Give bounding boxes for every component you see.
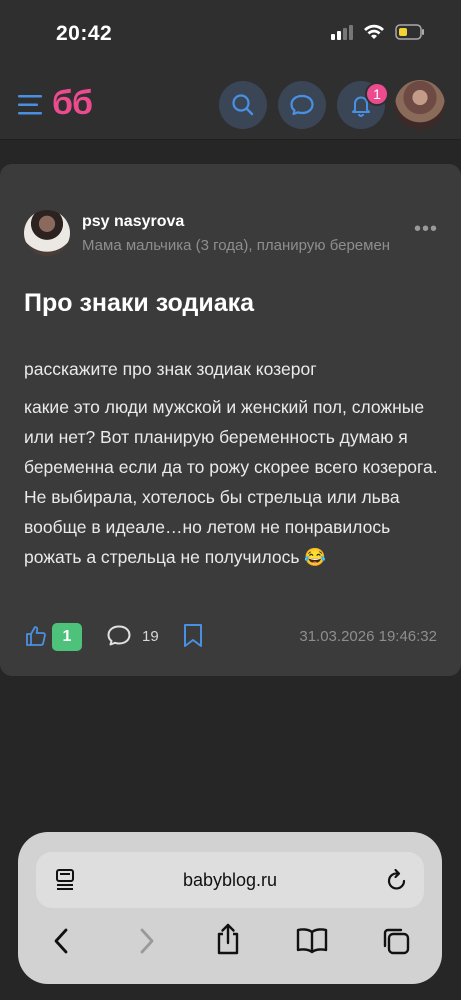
- more-options-icon[interactable]: •••: [414, 219, 438, 239]
- chat-bubble-icon: [290, 94, 314, 116]
- thumbs-up-icon[interactable]: [24, 624, 48, 648]
- post-date: 31.03.2026 19:46:32: [299, 628, 437, 645]
- search-button[interactable]: [219, 81, 267, 129]
- forward-icon[interactable]: [134, 926, 158, 956]
- address-bar[interactable]: babyblog.ru: [36, 852, 424, 908]
- share-icon[interactable]: [214, 922, 242, 956]
- post-card: psy nasyrova Мама мальчика (3 года), пла…: [0, 164, 461, 676]
- tabs-icon[interactable]: [381, 926, 411, 956]
- author-name[interactable]: psy nasyrova: [82, 213, 184, 231]
- battery-icon: [395, 24, 424, 40]
- menu-icon[interactable]: [18, 93, 44, 117]
- bookmark-icon[interactable]: [182, 623, 204, 649]
- post-paragraph: какие это люди мужской и женский пол, сл…: [24, 397, 438, 567]
- post-title: Про знаки зодиака: [24, 289, 255, 317]
- site-logo[interactable]: бб: [52, 84, 93, 123]
- post-actions: 1 19 31.03.2026 19:46:32: [24, 620, 439, 654]
- author-description: Мама мальчика (3 года), планирую беремен: [82, 237, 391, 254]
- status-time: 20:42: [56, 22, 113, 45]
- wifi-icon: [364, 24, 384, 39]
- status-bar: 20:42: [0, 0, 461, 70]
- bookmarks-book-icon[interactable]: [296, 926, 328, 954]
- back-icon[interactable]: [50, 926, 74, 956]
- post-paragraph: расскажите про знак зодиак козерог: [24, 359, 317, 379]
- url-text: babyblog.ru: [182, 870, 278, 890]
- search-icon: [232, 94, 254, 116]
- app-header: бб 1: [0, 70, 461, 140]
- notifications-badge: 1: [365, 82, 389, 106]
- comment-count: 19: [142, 628, 159, 645]
- author-avatar[interactable]: [24, 210, 70, 256]
- comment-icon[interactable]: [106, 624, 132, 648]
- messages-button[interactable]: [278, 81, 326, 129]
- reload-icon[interactable]: [386, 868, 408, 892]
- user-avatar[interactable]: [395, 80, 445, 130]
- browser-toolbar: babyblog.ru: [18, 832, 442, 984]
- cellular-signal-icon: [331, 25, 353, 40]
- status-icons: [331, 24, 425, 40]
- like-count-badge: 1: [52, 623, 82, 651]
- post-body: расскажите про знак зодиак козерог какие…: [24, 354, 439, 580]
